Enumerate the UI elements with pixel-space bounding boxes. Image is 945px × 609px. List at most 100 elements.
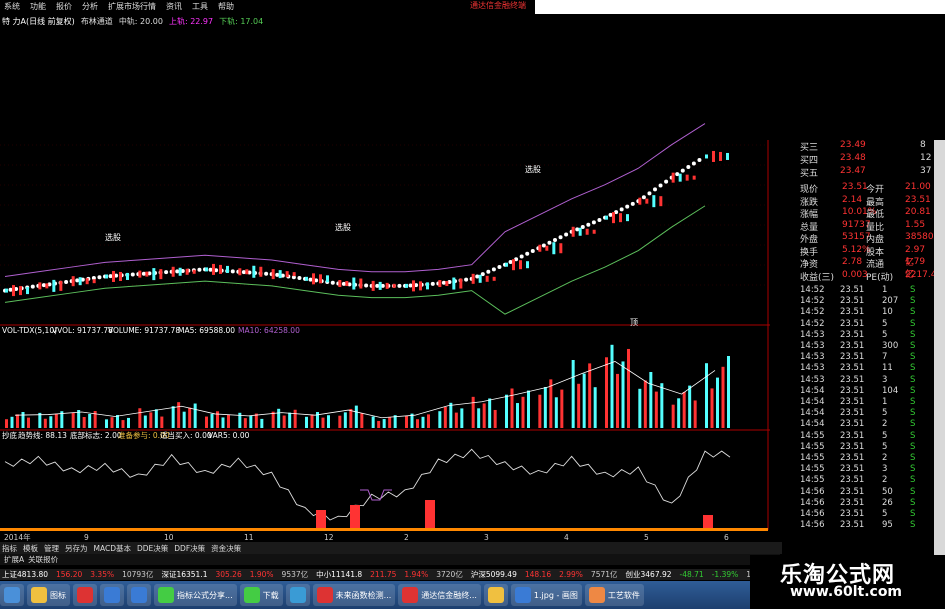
taskbar-button-7[interactable] bbox=[285, 584, 310, 606]
volume-bar bbox=[716, 377, 719, 428]
candle bbox=[159, 269, 163, 280]
volume-bar bbox=[605, 357, 608, 428]
ma-dot bbox=[408, 283, 413, 288]
stat-row: 外盘 53157 内盘 38580 bbox=[770, 232, 934, 245]
ma-dot bbox=[308, 277, 313, 282]
tab2-0[interactable]: 扩展A bbox=[4, 555, 24, 564]
taskbar-button-2[interactable] bbox=[73, 584, 97, 606]
taskbar-button-11[interactable]: 1.jpg - 画图 bbox=[510, 584, 582, 606]
ma-dot bbox=[553, 238, 557, 242]
tab-6[interactable]: DDF决策 bbox=[174, 543, 205, 554]
volume-bar bbox=[254, 413, 258, 428]
tick-time: 14:55 bbox=[800, 475, 825, 486]
stat-row: 现价 23.51 今开 21.00 bbox=[770, 182, 934, 195]
tab-2[interactable]: 管理 bbox=[44, 543, 59, 554]
app-icon bbox=[316, 587, 333, 603]
volume-bar bbox=[127, 417, 130, 428]
candle bbox=[19, 286, 22, 296]
tick-time: 14:56 bbox=[800, 486, 825, 497]
volume-bar bbox=[443, 407, 447, 428]
volume-bar bbox=[705, 363, 708, 428]
taskbar-button-9[interactable]: 通达信金融终... bbox=[398, 584, 481, 606]
taskbar-button-6[interactable]: 下载 bbox=[239, 584, 283, 606]
status-item-8: 中小11141.8 bbox=[316, 570, 363, 579]
taskbar-button-10[interactable] bbox=[483, 584, 508, 606]
stat-value: 0.003 bbox=[842, 269, 868, 280]
volume-bar bbox=[71, 413, 75, 428]
ding-annotation: 顶 bbox=[630, 318, 638, 327]
date-tick-label: 2 bbox=[404, 533, 409, 542]
candle bbox=[392, 283, 396, 288]
candle bbox=[412, 280, 415, 292]
volume-bar bbox=[154, 409, 158, 428]
tab-4[interactable]: MACD基本 bbox=[94, 543, 131, 554]
ma-dot bbox=[664, 179, 669, 184]
candle bbox=[612, 212, 615, 224]
candle bbox=[5, 288, 8, 293]
volume-bar bbox=[571, 360, 575, 428]
tick-time: 14:53 bbox=[800, 374, 825, 385]
taskbar-button-1[interactable]: 图标 bbox=[27, 584, 70, 606]
tab2-1[interactable]: 关联报价 bbox=[28, 555, 58, 564]
tick-side: S bbox=[910, 363, 916, 374]
volume-bar bbox=[21, 412, 25, 428]
tab-7[interactable]: 资金决策 bbox=[211, 543, 241, 554]
volume-bar bbox=[138, 408, 142, 428]
taskbar-button-5[interactable]: 指标公式分享... bbox=[154, 584, 237, 606]
candle bbox=[138, 270, 142, 278]
stat-row: 净资 2.78 流通 1.79亿 bbox=[770, 257, 934, 280]
vol-header-2: VOLUME: 91737.78 bbox=[108, 326, 180, 335]
stat-label: 总量 bbox=[800, 222, 819, 233]
book-qty: 37 bbox=[920, 166, 932, 176]
candle bbox=[492, 276, 496, 281]
stat-value: 2.78 bbox=[842, 257, 863, 267]
tick-side: S bbox=[910, 520, 916, 531]
tick-qty: 3 bbox=[882, 464, 888, 475]
volume-bar bbox=[627, 348, 630, 428]
candle bbox=[552, 242, 556, 255]
stat-label: 股本 bbox=[866, 247, 885, 258]
volume-bar bbox=[427, 414, 430, 428]
taskbar-button-4[interactable] bbox=[127, 584, 151, 606]
tick-price: 23.51 bbox=[840, 296, 865, 307]
volume-bar bbox=[543, 387, 547, 428]
candle bbox=[226, 265, 229, 273]
stat-value: 23.51 bbox=[842, 182, 868, 192]
tick-qty: 5 bbox=[882, 408, 888, 419]
tick-price: 23.51 bbox=[840, 486, 865, 497]
chart-area: 16.0015.0014.0013.0012.0011.00选股选股选股顶VOL… bbox=[0, 123, 770, 542]
candle bbox=[378, 281, 382, 290]
volume-bar bbox=[610, 344, 614, 428]
ma-dot bbox=[597, 218, 602, 222]
taskbar-button-12[interactable]: 工艺软件 bbox=[584, 584, 644, 606]
tab-5[interactable]: DDE决策 bbox=[137, 543, 168, 554]
ma-dot bbox=[164, 270, 169, 275]
tick-row: 14:53 23.51 5 S bbox=[770, 330, 934, 341]
taskbar-button-3[interactable] bbox=[100, 584, 124, 606]
tab-0[interactable]: 指标 bbox=[2, 543, 17, 554]
volume-bar bbox=[577, 383, 581, 428]
status-item-12: 沪深5099.49 bbox=[470, 570, 517, 579]
candle bbox=[626, 214, 629, 222]
volume-bar bbox=[721, 366, 725, 428]
stat-value: 20.81 bbox=[905, 207, 931, 217]
volume-bar bbox=[143, 415, 147, 428]
tick-row: 14:52 23.51 10 S bbox=[770, 307, 934, 318]
volume-bar bbox=[454, 412, 458, 428]
taskbar-button-8[interactable]: 未来函数检测... bbox=[312, 584, 396, 606]
taskbar-button-0[interactable] bbox=[0, 584, 24, 606]
tick-row: 14:56 23.51 26 S bbox=[770, 498, 934, 509]
ma-dot bbox=[208, 267, 213, 272]
tab-1[interactable]: 模板 bbox=[23, 543, 38, 554]
tick-price: 23.51 bbox=[840, 363, 865, 374]
tick-qty: 26 bbox=[882, 497, 893, 508]
taskbar-label: 指标公式分享... bbox=[177, 590, 233, 600]
tick-side: S bbox=[910, 464, 916, 475]
candle bbox=[645, 198, 649, 204]
scrollbar[interactable] bbox=[934, 140, 945, 590]
candle bbox=[719, 151, 722, 161]
volume-bar bbox=[438, 411, 442, 428]
candle bbox=[192, 269, 196, 274]
candle bbox=[205, 267, 208, 272]
tab-3[interactable]: 另存为 bbox=[65, 543, 88, 554]
